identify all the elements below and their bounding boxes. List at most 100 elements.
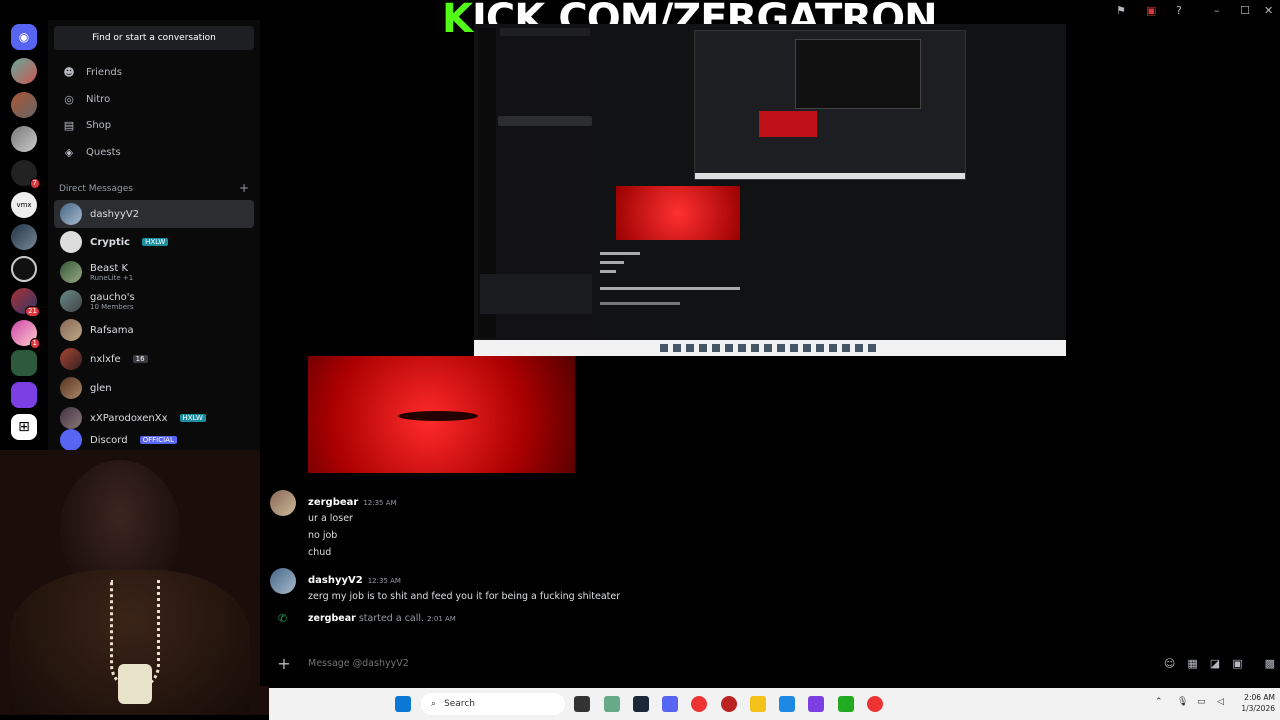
app-icon[interactable]: [604, 696, 620, 712]
steam-icon[interactable]: [633, 696, 649, 712]
app-icon[interactable]: [838, 696, 854, 712]
call-author[interactable]: zergbear: [308, 613, 356, 624]
network-icon[interactable]: ▭: [1197, 697, 1206, 707]
find-conversation-button[interactable]: Find or start a conversation: [54, 26, 254, 50]
message-timestamp: 12:35 AM: [367, 577, 401, 585]
chat-area: zergbear 12:35 AM ur a loser no job chud …: [260, 356, 1280, 686]
emoji-icon[interactable]: ▣: [1232, 657, 1242, 670]
message-timestamp: 12:35 AM: [363, 499, 397, 507]
server-icon[interactable]: [11, 256, 37, 282]
minimize-icon[interactable]: –: [1214, 4, 1220, 17]
server-icon[interactable]: ⊞: [11, 414, 37, 440]
clock[interactable]: 2:06 AM 1/3/2026: [1231, 692, 1275, 714]
clock-date: 1/3/2026: [1241, 704, 1275, 713]
microphone-icon[interactable]: 🎙: [1177, 697, 1188, 707]
dm-item[interactable]: Rafsama: [54, 316, 254, 344]
app-icon[interactable]: [721, 696, 737, 712]
app-icon[interactable]: [808, 696, 824, 712]
chrome-icon[interactable]: [691, 696, 707, 712]
message-text: zerg my job is to shit and feed you it f…: [308, 591, 621, 602]
avatar: [60, 377, 82, 399]
task-view-icon[interactable]: [574, 696, 590, 712]
taskbar-search[interactable]: ⌕ Search: [421, 693, 565, 715]
dm-sidebar: Find or start a conversation ☻ Friends ◎ N…: [48, 20, 260, 452]
discord-icon: [60, 429, 82, 451]
add-attachment-icon[interactable]: +: [270, 654, 298, 673]
message-author[interactable]: zergbear: [308, 497, 358, 508]
dm-name: Discord: [90, 434, 128, 446]
search-icon: ⌕: [431, 699, 437, 709]
clock-time: 2:06 AM: [1244, 693, 1275, 702]
message-input[interactable]: [298, 657, 1156, 669]
server-icon[interactable]: [11, 58, 37, 84]
dm-header: Direct Messages +: [59, 182, 249, 194]
tray-chevron-icon[interactable]: ⌃: [1155, 697, 1163, 707]
message-text: ur a loser: [308, 513, 353, 524]
discord-home-icon[interactable]: ◉: [11, 24, 37, 50]
chrome-icon[interactable]: [867, 696, 883, 712]
webcam-overlay: [0, 450, 269, 715]
nested-red-image: [616, 186, 740, 240]
avatar[interactable]: [270, 568, 296, 594]
server-icon[interactable]: [11, 126, 37, 152]
avatar: [60, 261, 82, 283]
server-icon[interactable]: [11, 224, 37, 250]
server-icon[interactable]: 21: [11, 288, 40, 317]
server-icon[interactable]: [11, 350, 37, 376]
start-icon[interactable]: [395, 696, 411, 712]
add-dm-button[interactable]: +: [239, 182, 249, 194]
screen-share-preview: [474, 24, 1066, 356]
message-text: chud: [308, 547, 332, 558]
server-icon[interactable]: 1: [11, 320, 40, 349]
message-text: no job: [308, 530, 338, 541]
gif-icon[interactable]: ▦: [1187, 657, 1197, 670]
dm-status: 10 Members: [90, 302, 134, 311]
message-author[interactable]: dashyyV2: [308, 575, 363, 586]
dm-name: Cryptic: [90, 236, 131, 248]
inbox-icon[interactable]: ⚑: [1116, 4, 1126, 17]
close-icon[interactable]: ✕: [1264, 4, 1273, 17]
maximize-icon[interactable]: ☐: [1240, 4, 1250, 17]
dm-item[interactable]: Beast K RuneLite +1: [54, 258, 254, 286]
dm-name: nxlxfe: [90, 353, 121, 365]
attached-image[interactable]: [308, 356, 575, 473]
server-icon[interactable]: 7: [11, 160, 40, 189]
server-icon[interactable]: [11, 92, 37, 118]
nav-label: Quests: [86, 146, 121, 158]
dm-name: glen: [90, 382, 112, 394]
avatar: [60, 231, 82, 253]
call-time: 2:01 AM: [427, 615, 456, 623]
file-explorer-icon[interactable]: [750, 696, 766, 712]
windows-taskbar: ⌕ Search ⌃ 🎙 ▭ ◁ 2:06 AM 1/3/2026: [269, 688, 1280, 720]
nav-quests[interactable]: ◈ Quests: [56, 139, 256, 165]
nav-nitro[interactable]: ◎ Nitro: [56, 86, 256, 112]
dm-item[interactable]: nxlxfe 16: [54, 345, 254, 373]
friends-icon: ☻: [63, 65, 75, 79]
title-bar: KICK.COM/ZERGATRON ⚑ ▣ ? – ☐ ✕: [0, 0, 1280, 42]
dm-item[interactable]: dashyyV2: [54, 200, 254, 228]
discord-icon[interactable]: [662, 696, 678, 712]
screen-share-icon[interactable]: ▣: [1146, 4, 1156, 17]
server-icon[interactable]: vmx: [11, 192, 37, 218]
dm-item[interactable]: Discord OFFICIAL: [54, 428, 254, 452]
gift-icon[interactable]: ☺: [1164, 657, 1175, 670]
avatar: [60, 407, 82, 429]
app-icon[interactable]: [779, 696, 795, 712]
dm-item[interactable]: glen: [54, 374, 254, 402]
avatar[interactable]: [270, 490, 296, 516]
call-text: started a call.: [358, 613, 425, 624]
dm-item[interactable]: gaucho's 10 Members: [54, 287, 254, 315]
nav-friends[interactable]: ☻ Friends: [56, 59, 256, 85]
sticker-icon[interactable]: ◪: [1210, 657, 1220, 670]
server-icon[interactable]: [11, 382, 37, 408]
notification-badge: 7: [29, 178, 40, 189]
call-system-message: zergbear started a call. 2:01 AM: [308, 613, 456, 624]
dm-item[interactable]: Cryptic HXLW: [54, 228, 254, 256]
nav-shop[interactable]: ▤ Shop: [56, 112, 256, 138]
clan-tag: HXLW: [142, 238, 169, 246]
search-label: Search: [444, 699, 475, 709]
volume-icon[interactable]: ◁: [1217, 697, 1224, 707]
dm-name: dashyyV2: [90, 208, 140, 220]
apps-icon[interactable]: ▩: [1265, 657, 1275, 670]
help-icon[interactable]: ?: [1176, 4, 1182, 17]
